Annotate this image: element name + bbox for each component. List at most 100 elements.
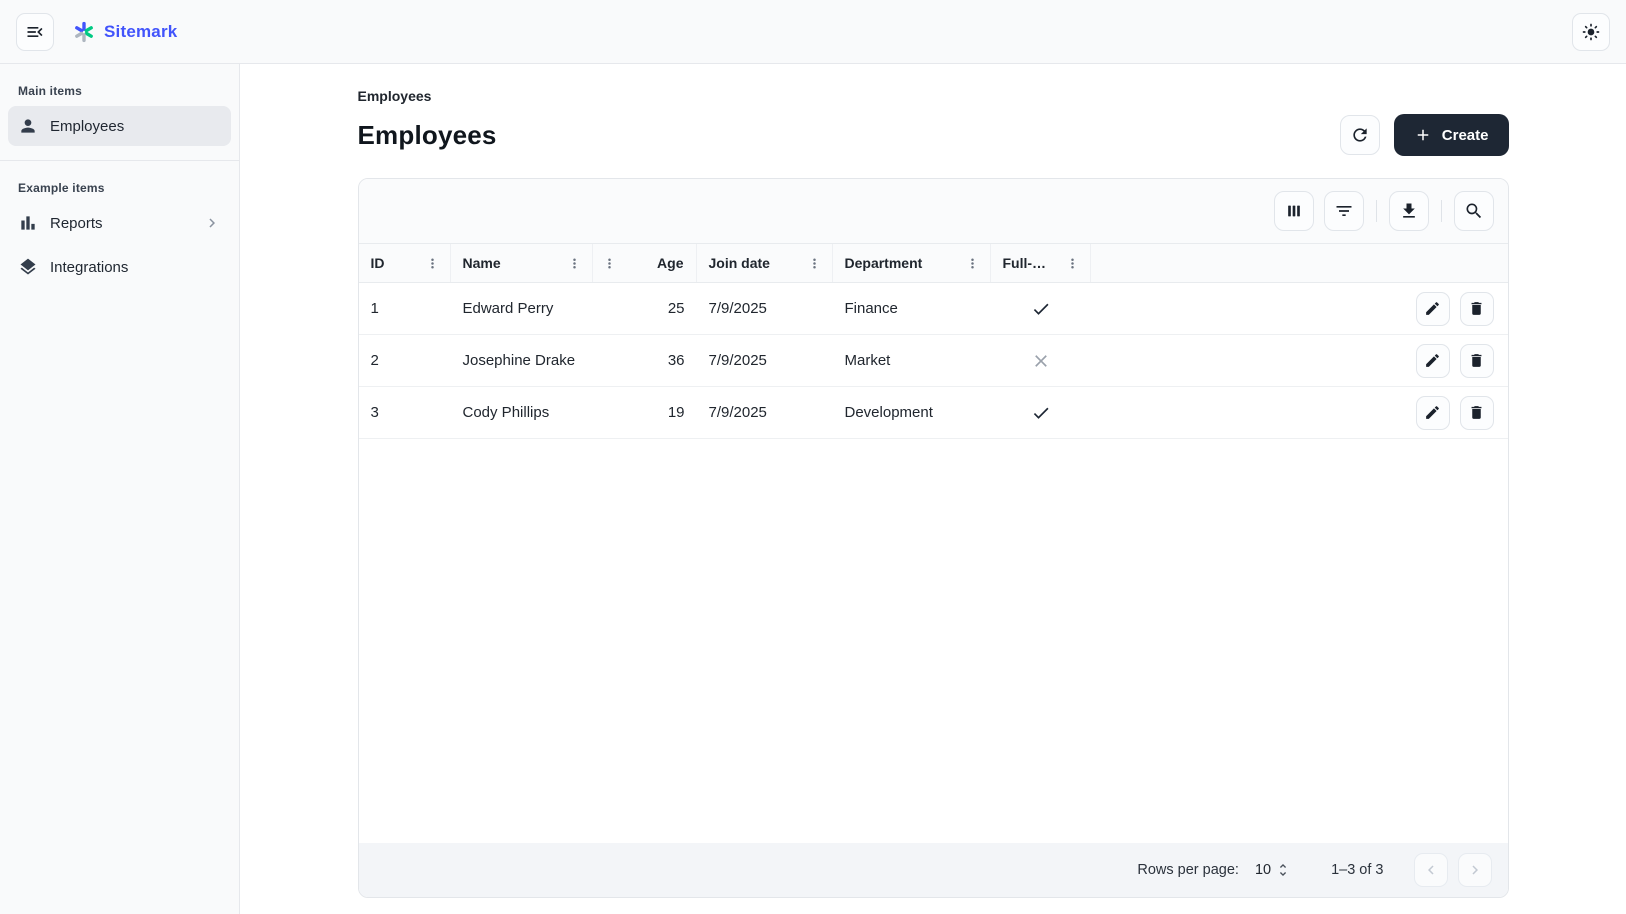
toolbar-divider bbox=[1376, 200, 1377, 222]
theme-toggle-button[interactable] bbox=[1572, 13, 1610, 51]
column-menu-icon[interactable] bbox=[804, 252, 826, 274]
next-page-button[interactable] bbox=[1458, 853, 1492, 887]
sidebar-item-label: Reports bbox=[50, 215, 191, 232]
column-menu-icon[interactable] bbox=[564, 252, 586, 274]
cell-actions bbox=[1376, 335, 1508, 386]
table-row[interactable]: 3 Cody Phillips 19 7/9/2025 Development bbox=[359, 387, 1508, 439]
sidebar-item-employees[interactable]: Employees bbox=[8, 106, 231, 146]
brand-name: Sitemark bbox=[104, 22, 177, 42]
column-header-spacer bbox=[1091, 244, 1376, 282]
delete-button[interactable] bbox=[1460, 292, 1494, 326]
check-icon bbox=[1031, 403, 1051, 423]
column-header-name[interactable]: Name bbox=[451, 244, 593, 282]
column-menu-icon[interactable] bbox=[599, 252, 621, 274]
refresh-button[interactable] bbox=[1340, 115, 1380, 155]
sidebar-item-reports[interactable]: Reports bbox=[8, 203, 231, 243]
pencil-icon bbox=[1424, 404, 1441, 421]
cell-age: 19 bbox=[593, 387, 697, 438]
edit-button[interactable] bbox=[1416, 396, 1450, 430]
cell-full-time bbox=[991, 283, 1091, 334]
refresh-icon bbox=[1350, 125, 1370, 145]
cell-actions bbox=[1376, 387, 1508, 438]
create-button[interactable]: Create bbox=[1394, 114, 1509, 156]
trash-icon bbox=[1468, 300, 1485, 317]
rows-per-page-select[interactable]: 10 bbox=[1255, 862, 1291, 878]
trash-icon bbox=[1468, 352, 1485, 369]
table-row[interactable]: 1 Edward Perry 25 7/9/2025 Finance bbox=[359, 283, 1508, 335]
cell-name: Cody Phillips bbox=[451, 387, 593, 438]
create-button-label: Create bbox=[1442, 127, 1489, 144]
grid-toolbar bbox=[359, 179, 1508, 243]
cell-department: Market bbox=[833, 335, 991, 386]
brand-logo: Sitemark bbox=[72, 20, 177, 44]
chevron-left-icon bbox=[1422, 861, 1440, 879]
table-row[interactable]: 2 Josephine Drake 36 7/9/2025 Market bbox=[359, 335, 1508, 387]
page-title: Employees bbox=[358, 120, 497, 151]
pencil-icon bbox=[1424, 300, 1441, 317]
delete-button[interactable] bbox=[1460, 344, 1494, 378]
edit-button[interactable] bbox=[1416, 292, 1450, 326]
column-header-id[interactable]: ID bbox=[359, 244, 451, 282]
column-header-join-date[interactable]: Join date bbox=[697, 244, 833, 282]
sidebar-section-example-items: Example items bbox=[0, 173, 239, 201]
sun-icon bbox=[1581, 22, 1601, 42]
delete-button[interactable] bbox=[1460, 396, 1494, 430]
breadcrumb: Employees bbox=[358, 88, 1509, 104]
bar-chart-icon bbox=[18, 213, 38, 233]
app-header: Sitemark bbox=[0, 0, 1626, 64]
chevron-right-icon bbox=[203, 214, 221, 232]
grid-empty-area bbox=[359, 439, 1508, 843]
menu-toggle-button[interactable] bbox=[16, 13, 54, 51]
grid-header-row: ID Name Age Join date Department bbox=[359, 243, 1508, 283]
data-grid: ID Name Age Join date Department bbox=[358, 178, 1509, 898]
cell-join-date: 7/9/2025 bbox=[697, 387, 833, 438]
pencil-icon bbox=[1424, 352, 1441, 369]
column-header-department[interactable]: Department bbox=[833, 244, 991, 282]
column-menu-icon[interactable] bbox=[1062, 252, 1084, 274]
column-header-age[interactable]: Age bbox=[593, 244, 697, 282]
cell-age: 25 bbox=[593, 283, 697, 334]
sidebar-item-label: Employees bbox=[50, 118, 221, 135]
columns-button[interactable] bbox=[1274, 191, 1314, 231]
sidebar: Main items Employees Example items Repor… bbox=[0, 64, 240, 914]
export-button[interactable] bbox=[1389, 191, 1429, 231]
cell-spacer bbox=[1091, 335, 1376, 386]
cell-age: 36 bbox=[593, 335, 697, 386]
plus-icon bbox=[1414, 126, 1432, 144]
previous-page-button[interactable] bbox=[1414, 853, 1448, 887]
sidebar-item-label: Integrations bbox=[50, 259, 221, 276]
layers-icon bbox=[18, 257, 38, 277]
cell-id: 3 bbox=[359, 387, 451, 438]
unfold-more-icon bbox=[1275, 862, 1291, 878]
cell-name: Edward Perry bbox=[451, 283, 593, 334]
cell-department: Finance bbox=[833, 283, 991, 334]
grid-search-button[interactable] bbox=[1454, 191, 1494, 231]
cell-full-time bbox=[991, 335, 1091, 386]
pagination-range: 1–3 of 3 bbox=[1331, 862, 1383, 878]
column-header-full-time[interactable]: Full-… bbox=[991, 244, 1091, 282]
main-content: Employees Employees Create bbox=[240, 64, 1626, 914]
cell-full-time bbox=[991, 387, 1091, 438]
edit-button[interactable] bbox=[1416, 344, 1450, 378]
trash-icon bbox=[1468, 404, 1485, 421]
sidebar-item-integrations[interactable]: Integrations bbox=[8, 247, 231, 287]
cell-id: 1 bbox=[359, 283, 451, 334]
grid-footer: Rows per page: 10 1–3 of 3 bbox=[359, 843, 1508, 897]
cell-spacer bbox=[1091, 387, 1376, 438]
sidebar-section-main-items: Main items bbox=[0, 76, 239, 104]
cell-id: 2 bbox=[359, 335, 451, 386]
search-icon bbox=[1464, 201, 1484, 221]
cell-department: Development bbox=[833, 387, 991, 438]
person-icon bbox=[18, 116, 38, 136]
close-icon bbox=[1031, 351, 1051, 371]
cell-name: Josephine Drake bbox=[451, 335, 593, 386]
column-menu-icon[interactable] bbox=[962, 252, 984, 274]
sidebar-divider bbox=[0, 160, 239, 161]
cell-actions bbox=[1376, 283, 1508, 334]
column-menu-icon[interactable] bbox=[422, 252, 444, 274]
column-header-actions bbox=[1376, 244, 1508, 282]
rows-per-page-label: Rows per page: bbox=[1137, 862, 1239, 878]
sitemark-logo-icon bbox=[72, 20, 96, 44]
check-icon bbox=[1031, 299, 1051, 319]
filter-button[interactable] bbox=[1324, 191, 1364, 231]
